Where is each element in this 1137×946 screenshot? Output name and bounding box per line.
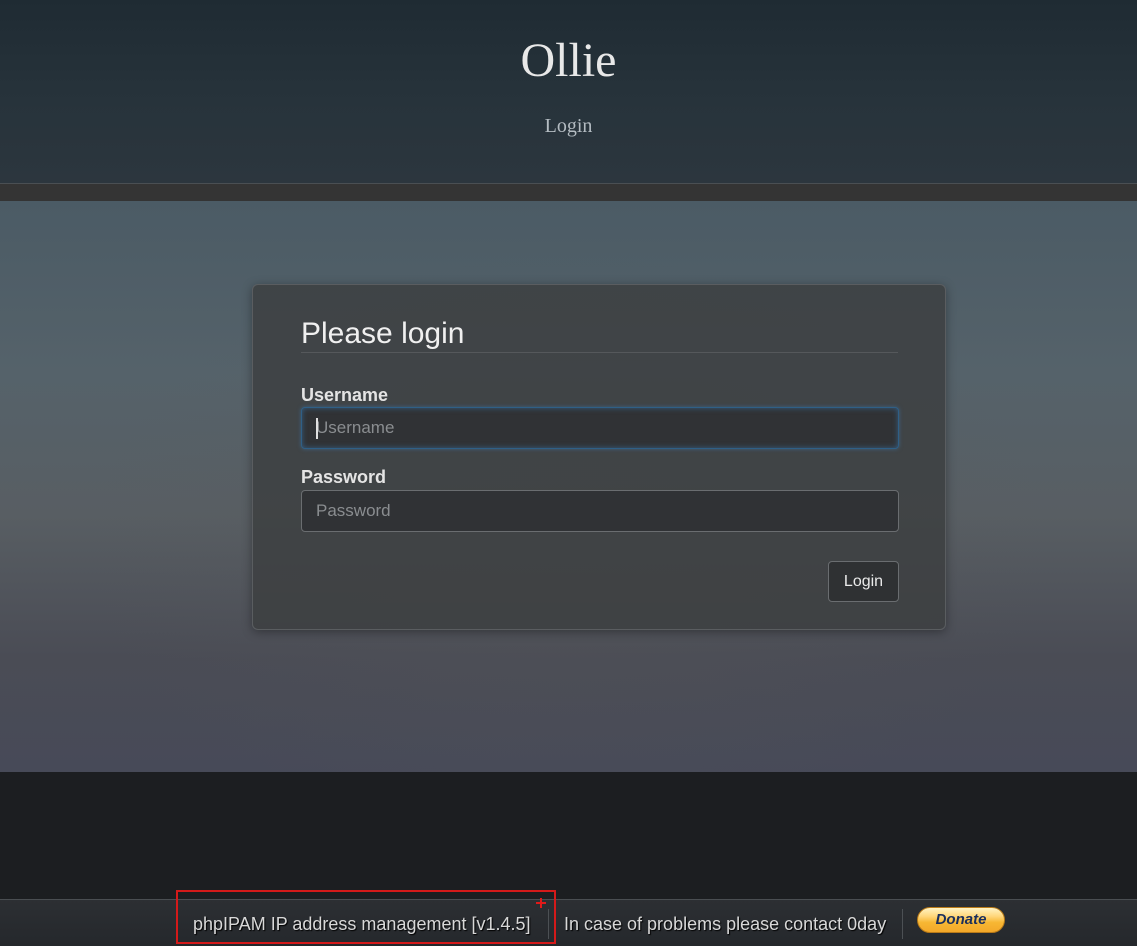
contact-text: In case of problems please contact 0day	[564, 914, 887, 934]
highlight-annotation-box	[176, 890, 556, 944]
donate-button[interactable]: Donate	[917, 907, 1005, 933]
login-button[interactable]: Login	[828, 561, 899, 602]
plus-icon	[535, 897, 547, 909]
page-subtitle: Login	[544, 115, 593, 137]
footer-separator	[902, 909, 903, 939]
username-input[interactable]	[301, 407, 899, 449]
login-heading: Please login	[301, 317, 465, 350]
text-cursor	[316, 418, 318, 439]
header-divider	[0, 183, 1137, 201]
heading-divider	[301, 352, 898, 353]
login-card: Please login Username Password Login	[252, 284, 946, 630]
page-header: Ollie Login	[0, 0, 1137, 183]
username-label: Username	[301, 385, 389, 405]
password-label: Password	[301, 467, 387, 487]
site-title: Ollie	[520, 34, 617, 87]
password-input[interactable]	[301, 490, 899, 532]
